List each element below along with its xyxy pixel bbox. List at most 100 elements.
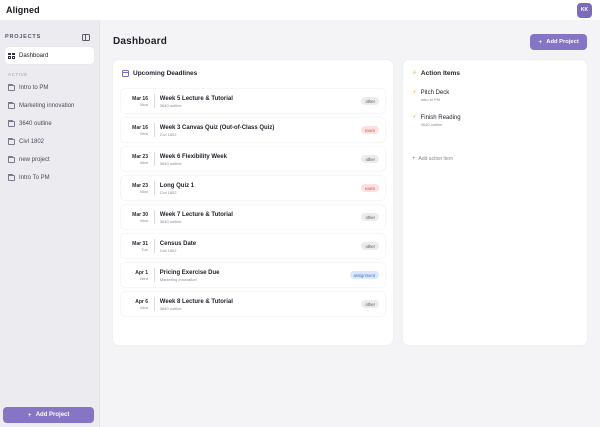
deadline-row[interactable]: Mar 23 Mon Week 6 Flexibility Week 3640 ou…	[121, 147, 385, 171]
deadline-date: Mar 30 Mon	[121, 212, 152, 223]
user-avatar[interactable]: KK	[577, 2, 592, 18]
deadline-info: Week 3 Canvas Quiz (Out-of-Class Quiz) Ci…	[160, 124, 361, 137]
add-project-label: Add Project	[35, 412, 70, 418]
deadline-weekday: Mon	[140, 130, 148, 136]
deadline-info: Week 6 Flexibility Week 3640 outline	[160, 153, 362, 166]
deadline-info: Census Date Civl 1802	[160, 240, 362, 253]
deadline-title: Week 7 Lecture & Tutorial	[159, 211, 233, 218]
sidebar: PROJECTS Dashboard ACTIVE Intro to PM Ma…	[0, 20, 100, 427]
deadline-divider	[154, 268, 155, 282]
action-items-card: ⚡ Action Items ⚡ Pitch Deck Intro to PM …	[403, 60, 587, 345]
action-items-header: ⚡ Action Items	[403, 60, 587, 86]
folder-icon	[8, 119, 15, 127]
deadlines-header: Upcoming Deadlines	[113, 60, 393, 86]
deadline-project: Civl 1802	[159, 131, 177, 137]
plus-icon: +	[412, 156, 416, 162]
dashboard-grid-icon	[8, 52, 15, 59]
add-action-item-button[interactable]: + Add action item	[412, 156, 453, 162]
sidebar-header: PROJECTS	[0, 20, 99, 44]
deadline-info: Week 7 Lecture & Tutorial 3640 outline	[160, 211, 362, 224]
deadline-date: Mar 23 Mon	[121, 154, 152, 165]
deadline-title: Week 5 Lecture & Tutorial	[159, 95, 233, 102]
deadline-row[interactable]: Mar 31 Tue Census Date Civl 1802 other	[121, 234, 385, 258]
top-bar: Aligned KK	[0, 0, 600, 20]
deadline-row[interactable]: Mar 16 Mon Week 5 Lecture & Tutorial 3640 …	[121, 89, 385, 113]
deadline-row[interactable]: Mar 16 Mon Week 3 Canvas Quiz (Out-of-Cla…	[121, 118, 385, 142]
app-logo[interactable]: Aligned	[6, 5, 40, 15]
folder-icon	[8, 101, 15, 109]
sidebar-section-active: ACTIVE	[8, 72, 28, 77]
deadline-date: Mar 23 Mon	[121, 183, 152, 194]
sidebar-add-project-button[interactable]: + Add Project	[3, 407, 94, 423]
lightning-icon: ⚡	[412, 89, 417, 96]
action-item-title: Pitch Deck	[420, 90, 450, 96]
lightning-icon: ⚡	[412, 114, 417, 121]
deadline-info: Week 8 Lecture & Tutorial 3640 outline	[160, 298, 362, 311]
deadline-title: Pricing Exercise Due	[159, 269, 220, 276]
sidebar-item-project[interactable]: Intro To PM	[5, 169, 94, 186]
action-item-title: Finish Reading	[420, 115, 461, 121]
lightning-icon: ⚡	[412, 70, 417, 77]
deadline-tag-badge: exam	[360, 184, 379, 192]
sidebar-item-label: Marketing innovation	[19, 102, 75, 109]
deadline-divider	[154, 152, 155, 166]
sidebar-item-label: Dashboard	[19, 52, 49, 59]
deadline-tag-badge: exam	[360, 126, 379, 134]
sidebar-item-project[interactable]: 3640 outline	[5, 115, 94, 132]
sidebar-item-project[interactable]: Intro to PM	[5, 79, 94, 96]
deadlines-heading: Upcoming Deadlines	[133, 69, 198, 77]
deadline-title: Week 3 Canvas Quiz (Out-of-Class Quiz)	[159, 124, 275, 131]
sidebar-title: PROJECTS	[5, 34, 42, 40]
deadline-tag-badge: assignment	[349, 271, 379, 279]
upcoming-deadlines-card: Upcoming Deadlines Mar 16 Mon Week 5 Lect…	[113, 60, 393, 345]
action-item-text: Pitch Deck Intro to PM	[421, 89, 450, 102]
sidebar-item-label: Intro To PM	[19, 174, 50, 181]
folder-icon	[8, 137, 15, 145]
deadline-row[interactable]: Mar 30 Mon Week 7 Lecture & Tutorial 3640 …	[121, 205, 385, 229]
deadline-project: 3640 outline	[159, 102, 182, 108]
deadline-tag-badge: other	[361, 155, 379, 163]
deadline-tag-badge: other	[361, 213, 379, 221]
deadline-divider	[154, 181, 155, 195]
sidebar-item-project[interactable]: Marketing innovation	[5, 97, 94, 114]
add-action-item-label: Add action item	[418, 156, 453, 162]
calendar-icon	[122, 69, 129, 77]
deadline-row[interactable]: Apr 6 Mon Week 8 Lecture & Tutorial 3640 o…	[121, 292, 385, 316]
deadline-title: Long Quiz 1	[159, 182, 195, 189]
deadline-info: Week 5 Lecture & Tutorial 3640 outline	[160, 95, 362, 108]
deadline-row[interactable]: Apr 1 Wed Pricing Exercise Due Marketing i…	[121, 263, 385, 287]
deadline-row[interactable]: Mar 23 Mon Long Quiz 1 Civl 1802 exam	[121, 176, 385, 200]
deadline-project: Civl 1802	[159, 189, 177, 195]
sidebar-item-project[interactable]: Civl 1802	[5, 133, 94, 150]
action-items-heading: Action Items	[420, 69, 460, 77]
folder-icon	[8, 83, 15, 91]
deadline-weekday: Mon	[140, 101, 148, 107]
deadline-title: Census Date	[159, 240, 197, 247]
deadline-weekday: Mon	[140, 217, 148, 223]
deadline-date: Mar 16 Mon	[121, 125, 152, 136]
plus-icon: +	[27, 411, 32, 419]
sidebar-collapse-icon[interactable]	[82, 33, 90, 41]
deadline-weekday: Mon	[140, 188, 148, 194]
deadline-weekday: Wed	[139, 275, 148, 281]
sidebar-item-label: 3640 outline	[19, 120, 52, 127]
action-item[interactable]: ⚡ Pitch Deck Intro to PM	[412, 89, 449, 102]
deadline-title: Week 8 Lecture & Tutorial	[159, 298, 233, 305]
deadline-info: Pricing Exercise Due Marketing innovation	[160, 269, 350, 282]
add-project-button[interactable]: + Add Project	[530, 34, 587, 50]
deadline-divider	[154, 239, 155, 253]
deadline-divider	[154, 210, 155, 224]
sidebar-item-label: Intro to PM	[19, 84, 49, 91]
add-project-label: Add Project	[546, 39, 579, 45]
deadline-weekday: Tue	[141, 246, 148, 252]
action-item[interactable]: ⚡ Finish Reading 3640 outline	[412, 114, 461, 127]
action-item-project: 3640 outline	[420, 122, 443, 127]
sidebar-item-label: new project	[19, 156, 50, 163]
deadline-project: 3640 outline	[159, 160, 182, 166]
sidebar-item-dashboard[interactable]: Dashboard	[5, 47, 94, 64]
page-title: Dashboard	[113, 36, 168, 47]
deadline-tag-badge: other	[361, 242, 379, 250]
sidebar-item-project[interactable]: new project	[5, 151, 94, 168]
deadline-date: Apr 6 Mon	[121, 299, 152, 310]
deadline-date: Mar 31 Tue	[121, 241, 152, 252]
